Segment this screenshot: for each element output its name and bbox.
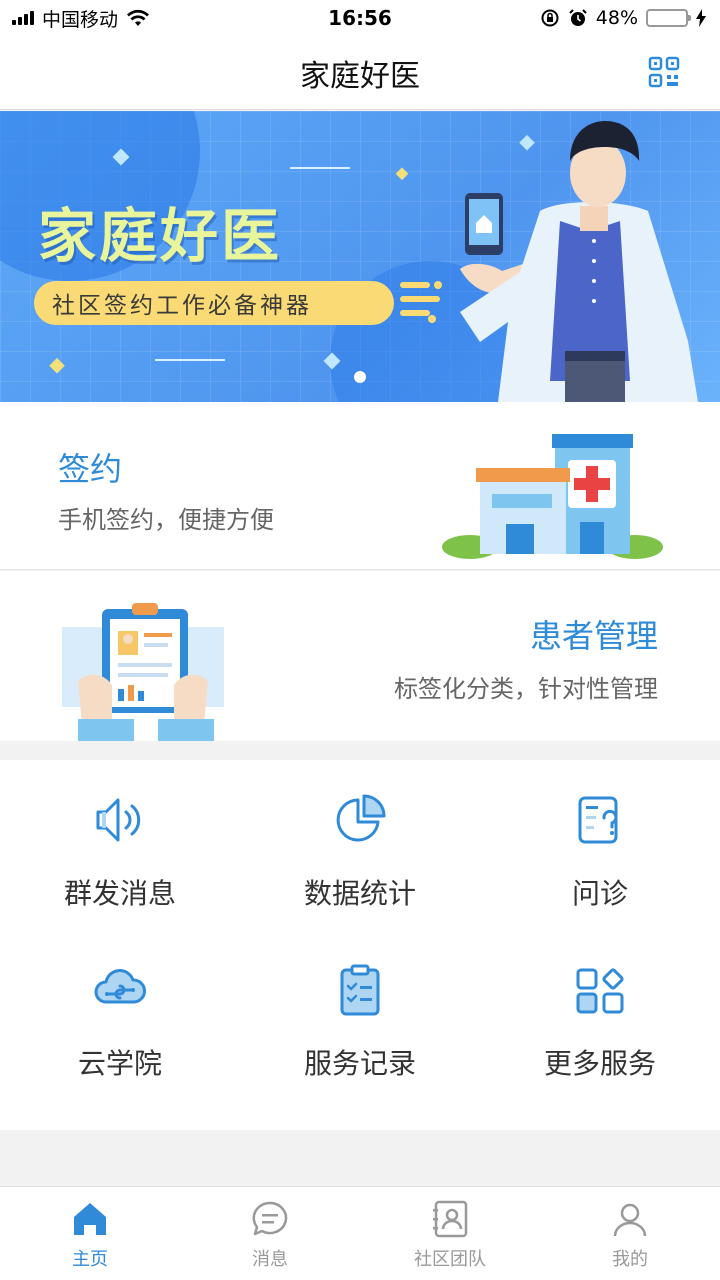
grid-label: 群发消息 <box>63 877 176 910</box>
tab-label: 主页 <box>72 1249 108 1270</box>
grid-item-service-record[interactable]: 服务记录 <box>240 930 480 1100</box>
sign-subtitle: 手机签约，便捷方便 <box>58 506 274 534</box>
sign-card[interactable]: 签约 手机签约，便捷方便 <box>0 402 720 570</box>
battery-percent: 48% <box>595 7 638 29</box>
doctor-illustration <box>460 121 698 402</box>
battery-icon <box>646 9 691 27</box>
inquiry-doc-icon <box>578 796 618 844</box>
grid-item-more-services[interactable]: 更多服务 <box>480 930 720 1100</box>
contacts-icon <box>433 1200 468 1238</box>
feature-grid: 群发消息 数据统计 问诊 云学院 服务记录 更多服务 <box>0 760 720 1130</box>
grid-item-consultation[interactable]: 问诊 <box>480 760 720 930</box>
grid-label: 更多服务 <box>543 1047 656 1080</box>
home-icon <box>74 1203 106 1235</box>
tab-bar: 主页 消息 社区团队 我的 <box>0 1186 720 1280</box>
hospital-illustration <box>442 434 663 559</box>
signal-icon <box>12 11 34 25</box>
grid-label: 服务记录 <box>303 1047 416 1080</box>
grid-item-broadcast[interactable]: 群发消息 <box>0 760 240 930</box>
sign-title: 签约 <box>58 450 123 488</box>
status-bar: 中国移动 16:56 48% <box>0 0 720 36</box>
promo-banner[interactable]: 家庭好医 社区签约工作必备神器 <box>0 111 720 402</box>
patient-management-title: 患者管理 <box>529 617 658 655</box>
speaker-icon <box>96 798 141 842</box>
clipboard-illustration <box>62 603 224 741</box>
carousel-indicator[interactable] <box>354 371 366 383</box>
grid-item-cloud-academy[interactable]: 云学院 <box>0 930 240 1100</box>
wifi-icon <box>127 9 150 26</box>
grid-item-statistics[interactable]: 数据统计 <box>240 760 480 930</box>
tab-community-team[interactable]: 社区团队 <box>360 1187 540 1280</box>
tab-home[interactable]: 主页 <box>0 1187 180 1280</box>
charging-icon <box>696 9 706 27</box>
patient-management-subtitle: 标签化分类，针对性管理 <box>394 675 658 703</box>
tab-label: 我的 <box>612 1249 648 1270</box>
banner-title: 家庭好医 <box>38 202 283 270</box>
carrier-label: 中国移动 <box>42 8 119 31</box>
more-apps-icon <box>576 968 624 1014</box>
clipboard-icon <box>340 964 380 1016</box>
grid-label: 云学院 <box>77 1047 162 1080</box>
status-time: 16:56 <box>328 6 392 30</box>
qr-code-icon[interactable] <box>648 56 680 88</box>
tab-label: 社区团队 <box>414 1249 486 1270</box>
page-title: 家庭好医 <box>300 58 420 94</box>
nav-bar: 家庭好医 <box>0 36 720 110</box>
tab-mine[interactable]: 我的 <box>540 1187 720 1280</box>
tab-label: 消息 <box>252 1249 288 1270</box>
alarm-icon <box>569 9 587 26</box>
rotation-lock-icon <box>541 9 559 27</box>
grid-label: 问诊 <box>571 877 628 910</box>
grid-label: 数据统计 <box>303 877 416 910</box>
message-icon <box>252 1201 288 1236</box>
pie-chart-icon <box>336 794 386 842</box>
tab-messages[interactable]: 消息 <box>180 1187 360 1280</box>
banner-slogan: 社区签约工作必备神器 <box>34 281 394 325</box>
user-icon <box>613 1203 647 1237</box>
cloud-icon <box>94 969 146 1004</box>
patient-management-card[interactable]: 患者管理 标签化分类，针对性管理 <box>0 571 720 741</box>
